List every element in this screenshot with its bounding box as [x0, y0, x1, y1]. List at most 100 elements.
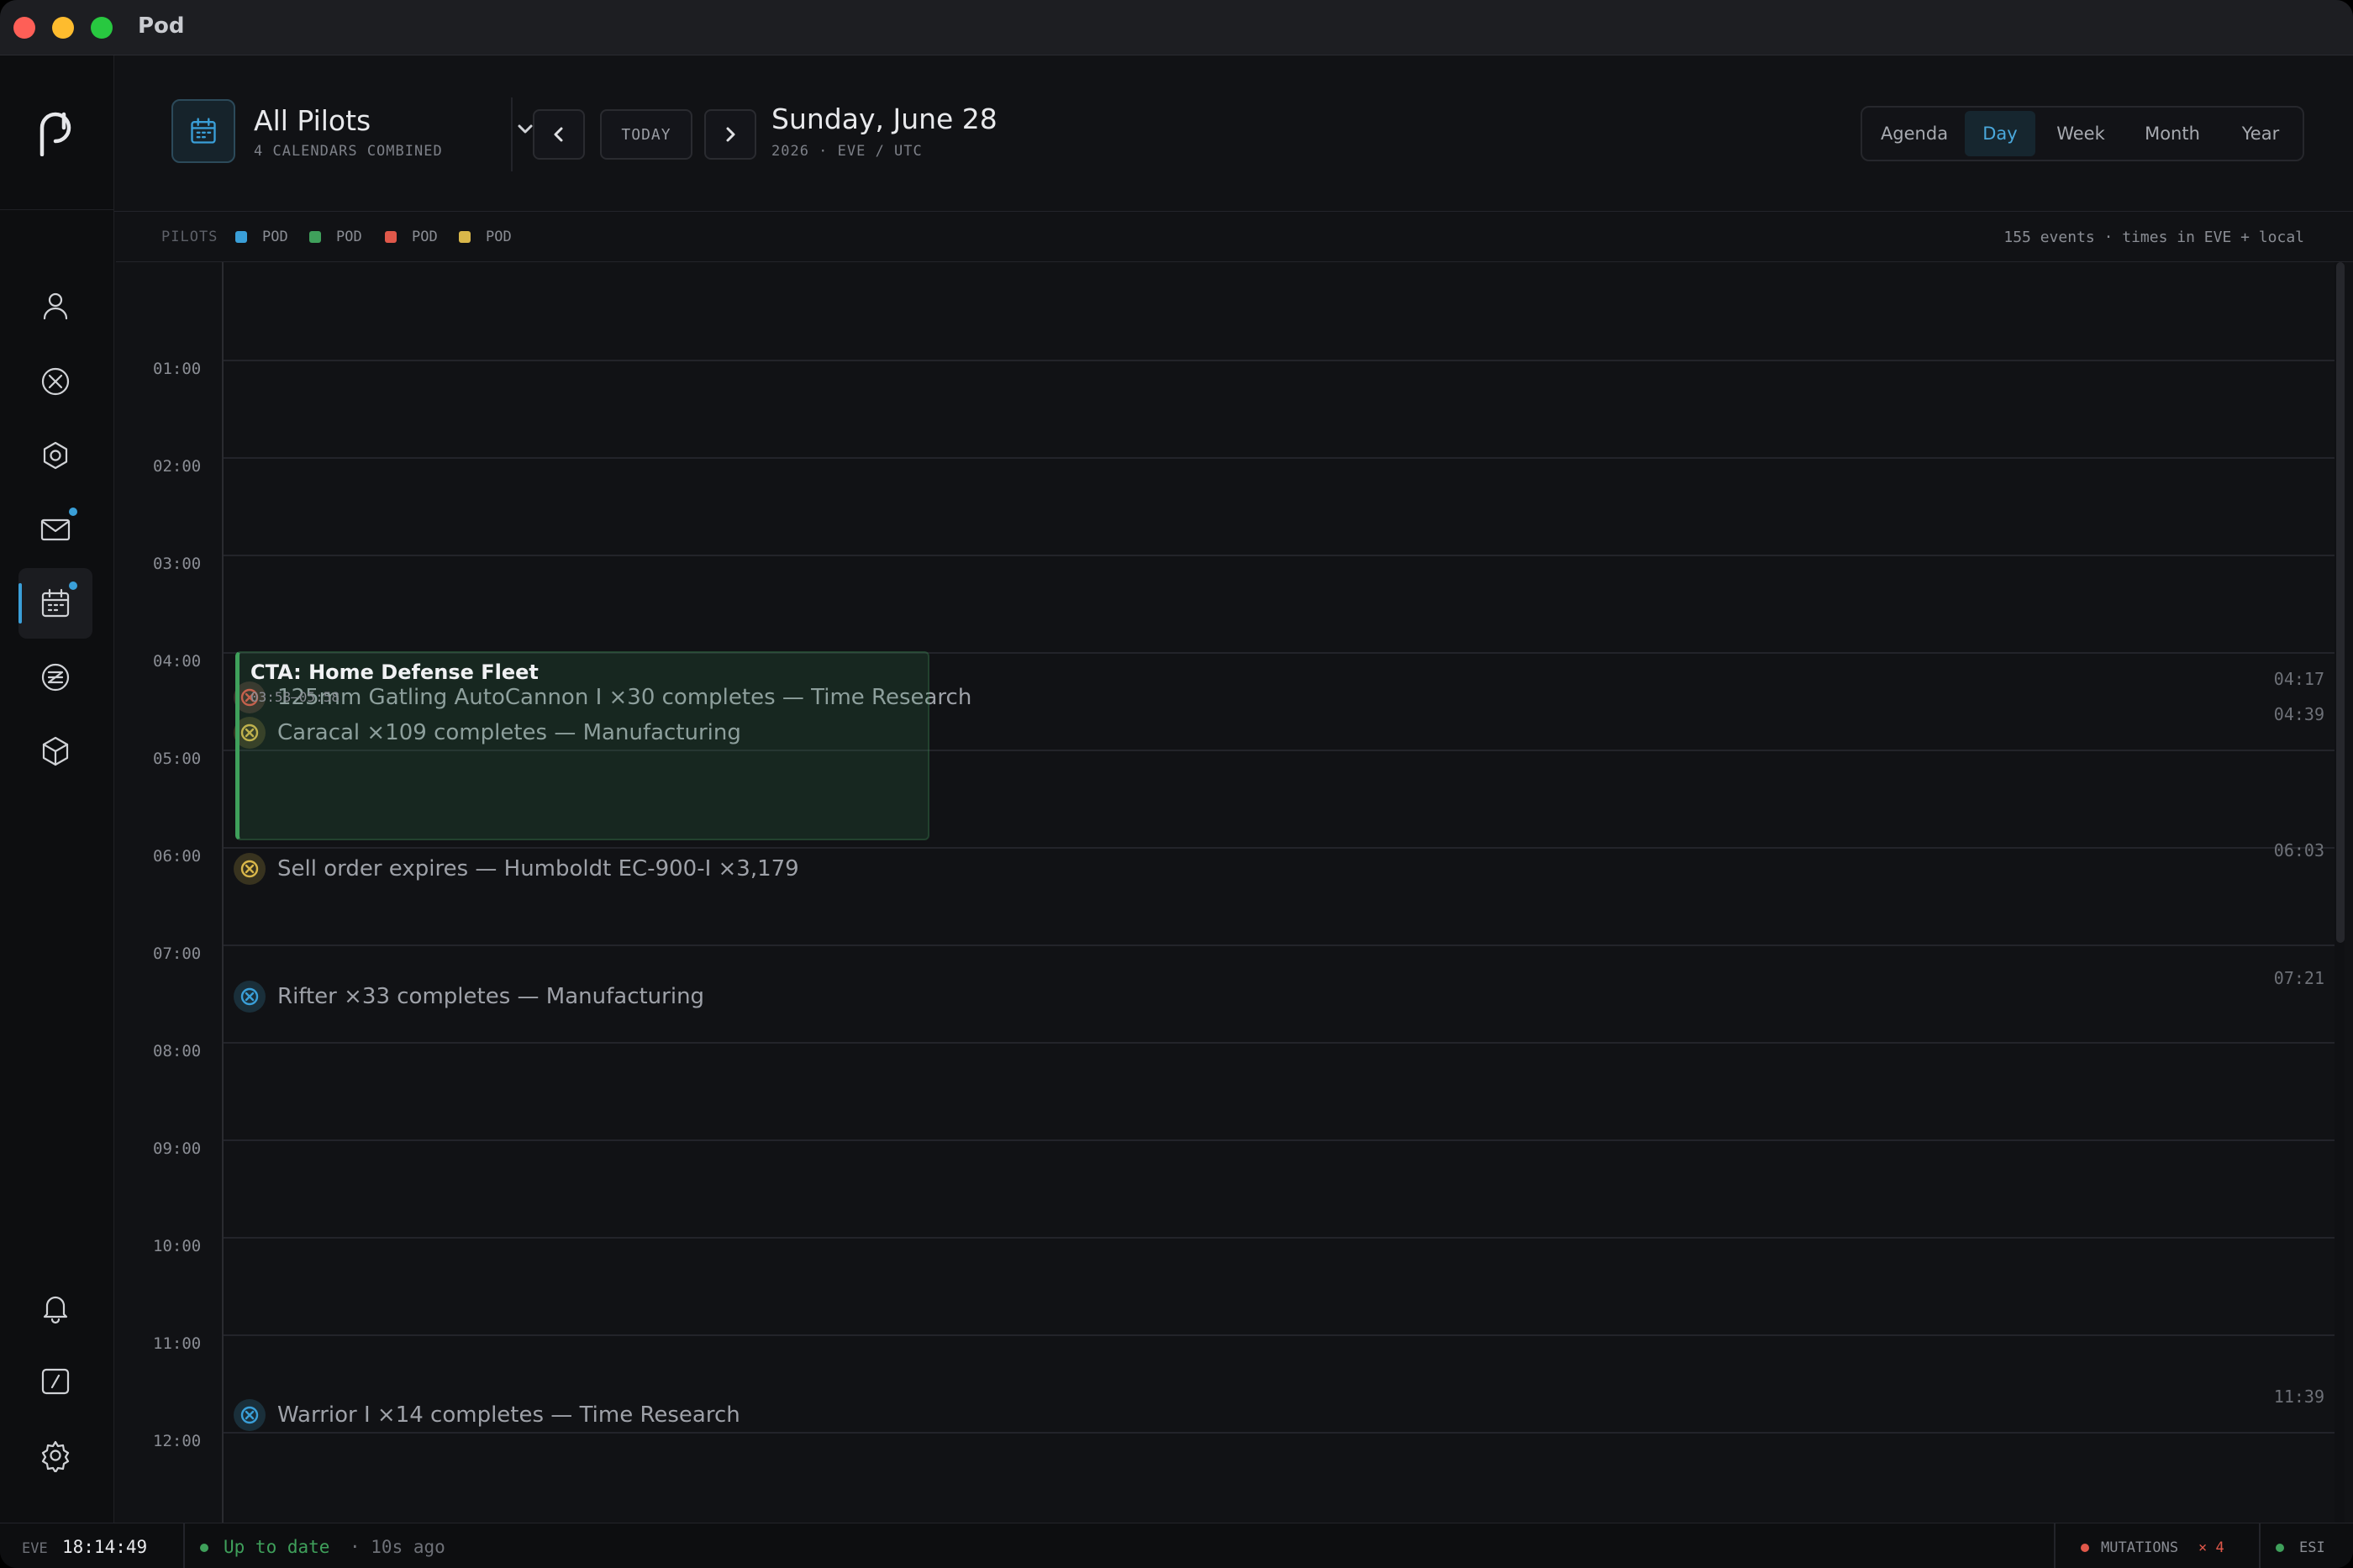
pod-logo[interactable]: [0, 55, 114, 210]
title-bar: Pod: [0, 0, 2353, 55]
event-time: 06:03: [2273, 840, 2324, 860]
calendar-event[interactable]: Sell order expires — Humboldt EC-900-I ×…: [234, 852, 799, 886]
status-bar: EVE 18:14:49 Up to date · 10s ago MUTATI…: [0, 1523, 2353, 1568]
hour-label: 08:00: [153, 1042, 202, 1060]
today-button[interactable]: TODAY: [600, 109, 692, 160]
status-divider: [183, 1523, 185, 1568]
hour-label: 09:00: [153, 1139, 202, 1158]
hour-line: [224, 1432, 2335, 1434]
fleet-event-title: CTA: Home Defense Fleet: [250, 660, 539, 684]
hour-line: [224, 360, 2335, 361]
view-tab-day[interactable]: Day: [1965, 111, 2035, 156]
legend-label: PILOTS: [161, 229, 218, 245]
mutations-label[interactable]: MUTATIONS: [2101, 1539, 2178, 1556]
event-title: Warrior I ×14 completes — Time Research: [277, 1402, 740, 1428]
sidebar-item-mail[interactable]: [18, 494, 92, 565]
sidebar-item-calendar[interactable]: [18, 568, 92, 639]
chevron-left-icon: [554, 127, 563, 142]
window-title: Pod: [138, 13, 185, 39]
hour-line: [224, 555, 2335, 556]
hour-label: 04:00: [153, 652, 202, 671]
hour-label: 06:00: [153, 847, 202, 866]
sidebar-item-skills[interactable]: [18, 420, 92, 491]
mail-icon: [40, 518, 71, 541]
hour-label: 10:00: [153, 1237, 202, 1255]
sidebar-item-isk[interactable]: [18, 642, 92, 713]
view-tab-agenda[interactable]: Agenda: [1867, 111, 1961, 156]
hour-label: 11:00: [153, 1334, 202, 1353]
pilot-name[interactable]: POD: [412, 229, 438, 245]
sidebar-item-notifications[interactable]: [18, 1272, 92, 1343]
event-title: Rifter ×33 completes — Manufacturing: [277, 984, 705, 1009]
scrollbar-thumb[interactable]: [2336, 262, 2345, 943]
calendar-event[interactable]: Rifter ×33 completes — Manufacturing: [234, 980, 704, 1013]
mutations-count: × 4: [2198, 1539, 2224, 1556]
esi-label[interactable]: ESI: [2299, 1539, 2325, 1556]
time-axis-line: [222, 262, 224, 1523]
hour-line: [224, 1139, 2335, 1141]
mutations-dot: [2081, 1544, 2089, 1552]
events-summary: 155 events · times in EVE + local: [2003, 229, 2304, 246]
calendar-badge: [69, 581, 77, 590]
close-window-button[interactable]: [13, 17, 35, 39]
mail-badge: [69, 508, 77, 516]
sidebar-item-killboard[interactable]: [18, 346, 92, 417]
calendar-subtitle: 4 CALENDARS COMBINED: [254, 143, 443, 160]
pilot-legend: PILOTS POD POD POD POD 155 events · time…: [116, 212, 2353, 262]
event-time: 04:17: [2273, 669, 2324, 689]
minimize-window-button[interactable]: [52, 17, 74, 39]
hour-line: [224, 1237, 2335, 1239]
event-time: 07:21: [2273, 968, 2324, 988]
current-date: Sunday, June 28: [771, 103, 998, 135]
assets-icon: [42, 736, 69, 766]
current-date-subtitle: 2026 · EVE / UTC: [771, 143, 923, 160]
calendar-icon: [41, 588, 70, 618]
status-divider: [2259, 1523, 2261, 1568]
sidebar-item-assets[interactable]: [18, 716, 92, 787]
event-time: 11:39: [2273, 1386, 2324, 1407]
eve-clock-label: EVE: [22, 1540, 48, 1557]
isk-icon: [41, 663, 70, 692]
status-divider: [2054, 1523, 2056, 1568]
pilot-swatch-blue: [235, 231, 247, 243]
pilot-name[interactable]: POD: [336, 229, 362, 245]
bell-icon: [43, 1296, 68, 1324]
event-status-icon: [234, 1399, 266, 1431]
prev-day-button[interactable]: [533, 109, 585, 160]
fleet-event-time: 03:58–05:58: [250, 689, 340, 705]
terminal-icon: [41, 1368, 70, 1395]
hour-line: [224, 1334, 2335, 1336]
esi-status-dot: [2276, 1544, 2284, 1552]
view-tab-month[interactable]: Month: [2126, 111, 2219, 156]
sidebar-item-settings[interactable]: [18, 1420, 92, 1491]
event-status-icon: [234, 981, 266, 1013]
calendar-title: All Pilots: [254, 104, 371, 137]
calendar-event[interactable]: Warrior I ×14 completes — Time Research: [234, 1398, 740, 1432]
killboard-icon: [41, 367, 70, 396]
hour-line: [224, 1042, 2335, 1044]
sidebar-item-pilot[interactable]: [18, 271, 92, 341]
hour-line: [224, 944, 2335, 946]
pilot-name[interactable]: POD: [486, 229, 512, 245]
sync-ago: · 10s ago: [350, 1537, 445, 1557]
pilot-name[interactable]: POD: [262, 229, 288, 245]
chevron-right-icon: [726, 127, 735, 142]
view-tab-week[interactable]: Week: [2039, 111, 2123, 156]
view-tab-year[interactable]: Year: [2222, 111, 2299, 156]
settings-icon: [41, 1440, 70, 1472]
event-title: Sell order expires — Humboldt EC-900-I ×…: [277, 856, 799, 881]
maximize-window-button[interactable]: [91, 17, 113, 39]
hour-label: 03:00: [153, 555, 202, 573]
event-time: 04:39: [2273, 704, 2324, 724]
sidebar-item-terminal[interactable]: [18, 1346, 92, 1417]
pilot-icon: [43, 292, 68, 320]
pilot-swatch-red: [385, 231, 397, 243]
event-status-icon: [234, 853, 266, 885]
pilot-swatch-yellow: [459, 231, 471, 243]
hour-label: 12:00: [153, 1432, 202, 1450]
next-day-button[interactable]: [704, 109, 756, 160]
view-switcher: Agenda Day Week Month Year: [1861, 106, 2304, 161]
hour-label: 01:00: [153, 360, 202, 378]
calendar-header: All Pilots 4 CALENDARS COMBINED TODAY Su…: [114, 55, 2353, 212]
pilot-swatch-green: [309, 231, 321, 243]
